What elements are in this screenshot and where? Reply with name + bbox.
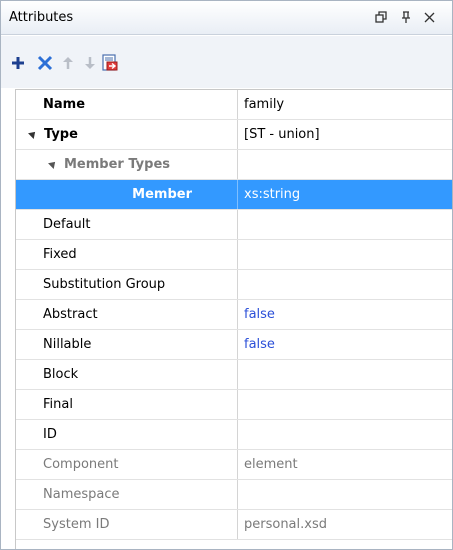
add-icon[interactable] <box>9 54 27 72</box>
close-icon[interactable] <box>421 9 437 25</box>
property-value[interactable] <box>239 150 452 179</box>
property-value[interactable] <box>239 390 452 419</box>
property-value[interactable] <box>239 360 452 389</box>
attributes-table: Name family Type [ST - union] Member Typ… <box>15 89 452 549</box>
property-name: Fixed <box>16 240 238 269</box>
restore-icon[interactable] <box>373 9 389 25</box>
property-name: Type <box>44 127 78 142</box>
property-value[interactable]: false <box>239 300 452 329</box>
property-value[interactable] <box>239 270 452 299</box>
property-value[interactable]: family <box>239 90 452 119</box>
table-row-nillable[interactable]: Nillable false <box>16 330 452 360</box>
table-row-default[interactable]: Default <box>16 210 452 240</box>
table-row-block[interactable]: Block <box>16 360 452 390</box>
collapse-triangle-icon[interactable] <box>48 158 58 169</box>
property-value: element <box>244 457 298 472</box>
property-name-cell: Member Types <box>16 150 238 179</box>
property-value[interactable]: [ST - union] <box>239 120 452 149</box>
property-name: Final <box>16 390 238 419</box>
property-name: System ID <box>16 510 238 539</box>
table-row-system-id: System ID personal.xsd <box>16 510 452 540</box>
table-row-member-types[interactable]: Member Types <box>16 150 452 180</box>
property-name: Member Types <box>64 157 171 172</box>
table-row-id[interactable]: ID <box>16 420 452 450</box>
go-to-definition-icon[interactable] <box>101 54 119 72</box>
table-row-type[interactable]: Type [ST - union] <box>16 120 452 150</box>
property-name: Nillable <box>16 330 238 359</box>
move-up-icon <box>59 54 77 72</box>
remove-icon[interactable] <box>36 54 54 72</box>
panel-title-bar: Attributes <box>1 1 452 35</box>
move-down-icon <box>81 54 99 72</box>
property-name: ID <box>16 420 238 449</box>
property-value[interactable] <box>239 240 452 269</box>
table-row-component: Component element <box>16 450 452 480</box>
property-value[interactable] <box>239 420 452 449</box>
pin-icon[interactable] <box>398 9 414 25</box>
property-name: Component <box>16 450 238 479</box>
property-name: Abstract <box>16 300 238 329</box>
property-name: Member <box>16 180 238 209</box>
table-row-namespace: Namespace <box>16 480 452 510</box>
property-name: Substitution Group <box>16 270 238 299</box>
attributes-panel: Attributes Name family Type [ST - union]… <box>0 0 453 550</box>
property-value[interactable] <box>239 210 452 239</box>
property-name: Name <box>16 90 238 119</box>
attributes-toolbar <box>1 36 452 88</box>
property-name: Block <box>16 360 238 389</box>
table-row-substitution-group[interactable]: Substitution Group <box>16 270 452 300</box>
table-row-abstract[interactable]: Abstract false <box>16 300 452 330</box>
property-value: personal.xsd <box>244 517 327 532</box>
property-value[interactable]: false <box>239 330 452 359</box>
property-name: Default <box>16 210 238 239</box>
property-value <box>239 480 452 509</box>
table-row-name[interactable]: Name family <box>16 90 452 120</box>
table-row-fixed[interactable]: Fixed <box>16 240 452 270</box>
panel-title: Attributes <box>9 10 74 25</box>
property-name: Namespace <box>16 480 238 509</box>
property-value[interactable]: xs:string <box>239 180 452 209</box>
table-row-final[interactable]: Final <box>16 390 452 420</box>
property-name-cell: Type <box>16 120 238 149</box>
collapse-triangle-icon[interactable] <box>28 128 38 139</box>
table-row-member[interactable]: Member xs:string <box>16 180 452 210</box>
